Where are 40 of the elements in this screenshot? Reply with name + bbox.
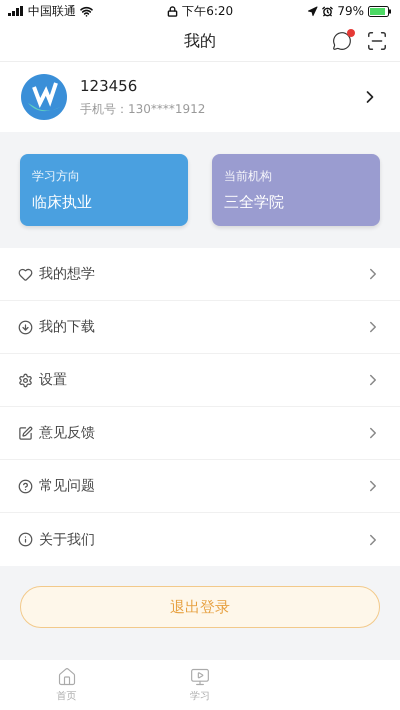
profile-row[interactable]: 123456 手机号：130****1912 — [0, 62, 400, 132]
heart-icon — [18, 266, 33, 282]
phone-number: 手机号：130****1912 — [80, 100, 206, 118]
video-icon — [190, 667, 210, 687]
card-value: 临床执业 — [32, 193, 93, 212]
menu-item[interactable]: 意见反馈 — [0, 407, 400, 460]
avatar-logo — [20, 73, 68, 121]
page-title: 我的 — [184, 31, 216, 52]
info-icon — [18, 532, 33, 547]
message-button[interactable] — [332, 31, 352, 51]
menu-item[interactable]: 关于我们 — [0, 513, 400, 566]
scan-icon[interactable] — [366, 30, 388, 52]
user-name: 123456 — [80, 76, 138, 94]
menu-label: 我的下载 — [39, 318, 96, 336]
menu-label: 关于我们 — [39, 530, 96, 548]
download-icon — [18, 320, 33, 334]
alarm-icon — [322, 6, 334, 16]
location-icon — [307, 6, 318, 16]
home-icon — [56, 667, 77, 687]
help-icon — [18, 478, 33, 494]
wifi-icon — [80, 4, 93, 18]
menu-label: 设置 — [39, 371, 68, 389]
status-time: 下午6:20 — [182, 2, 234, 20]
lock-icon — [167, 6, 178, 16]
menu-item[interactable]: 常见问题 — [0, 460, 400, 513]
menu-item[interactable]: 我的想学 — [0, 248, 400, 301]
card-label: 学习方向 — [32, 168, 81, 185]
carrier-name: 中国联通 — [28, 2, 76, 20]
menu-item[interactable]: 设置 — [0, 354, 400, 407]
card-value: 三全学院 — [224, 193, 285, 212]
battery-icon — [368, 6, 392, 16]
battery-percent: 79% — [337, 4, 364, 18]
menu-label: 我的想学 — [39, 265, 96, 283]
menu-item[interactable]: 我的下载 — [0, 301, 400, 354]
menu-label: 意见反馈 — [39, 424, 96, 442]
signal-icon — [8, 6, 24, 16]
settings-icon — [18, 372, 33, 388]
edit-icon — [18, 426, 33, 440]
menu-label: 常见问题 — [39, 477, 96, 495]
card-label: 当前机构 — [224, 168, 273, 185]
